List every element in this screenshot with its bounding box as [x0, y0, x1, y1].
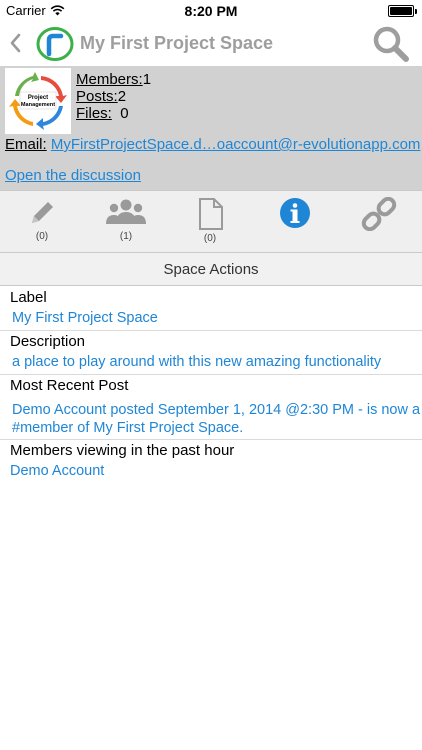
- space-stats: Members:1 Posts:2 Files: 0: [76, 71, 151, 122]
- posts-label: Posts:: [76, 88, 118, 105]
- page-title: My First Project Space: [80, 33, 274, 53]
- space-actions-header: Space Actions: [0, 252, 422, 286]
- links-tab[interactable]: [349, 197, 409, 249]
- members-viewing-title: Members viewing in the past hour: [10, 442, 235, 459]
- description-value[interactable]: a place to play around with this new ama…: [10, 353, 422, 371]
- description-title: Description: [10, 333, 86, 350]
- posts-value: 2: [117, 88, 127, 105]
- space-thumbnail: Project Management: [5, 68, 71, 134]
- app-logo-icon: [36, 27, 74, 61]
- navigation-bar: My First Project Space: [0, 22, 422, 66]
- members-viewing-detail-row: Members viewing in the past hour Demo Ac…: [0, 440, 422, 488]
- members-label: Members:: [76, 71, 143, 88]
- link-icon: [361, 197, 397, 231]
- chevron-left-icon: [10, 33, 21, 53]
- status-time: 8:20 PM: [184, 3, 238, 19]
- label-detail-row: Label My First Project Space: [0, 287, 422, 331]
- members-count: (1): [119, 231, 133, 242]
- open-discussion-link[interactable]: Open the discussion: [5, 167, 141, 184]
- label-title: Label: [10, 289, 47, 306]
- files-label: Files:: [76, 105, 112, 122]
- label-value[interactable]: My First Project Space: [10, 309, 422, 327]
- members-viewing-value[interactable]: Demo Account: [10, 462, 422, 480]
- email-link[interactable]: MyFirstProjectSpace.d…oaccount@r-evoluti…: [51, 136, 421, 153]
- files-count: (0): [203, 233, 217, 244]
- battery-icon: [388, 5, 417, 17]
- members-value: 1: [142, 71, 152, 88]
- files-value: 0: [120, 105, 129, 122]
- space-info-panel: Project Management Members:1 Posts:2 Fil…: [0, 66, 422, 190]
- recent-post-value[interactable]: Demo Account posted September 1, 2014 @2…: [10, 401, 422, 437]
- pencil-icon: [32, 202, 53, 223]
- members-icon: [106, 199, 146, 224]
- members-tab[interactable]: (1): [96, 197, 156, 249]
- svg-text:Project: Project: [28, 95, 48, 101]
- edit-count: (0): [35, 231, 49, 242]
- email-label: Email:: [5, 136, 47, 153]
- search-icon[interactable]: [372, 26, 410, 62]
- files-tab[interactable]: (0): [180, 197, 240, 249]
- members-stat: Members:1: [76, 71, 151, 88]
- edit-tab[interactable]: (0): [12, 197, 72, 249]
- files-stat: Files: 0: [76, 105, 151, 122]
- email-row: Email: MyFirstProjectSpace.d…oaccount@r-…: [5, 136, 420, 153]
- info-icon: [280, 198, 310, 228]
- svg-text:Management: Management: [21, 102, 55, 108]
- status-bar: Carrier 8:20 PM: [0, 0, 422, 22]
- recent-post-detail-row: Most Recent Post Demo Account posted Sep…: [0, 375, 422, 440]
- recent-post-title: Most Recent Post: [10, 377, 129, 394]
- space-toolbar: (0) (1) (0): [0, 190, 422, 252]
- info-tab[interactable]: [265, 197, 325, 249]
- posts-stat: Posts:2: [76, 88, 151, 105]
- back-button[interactable]: [8, 32, 30, 56]
- description-detail-row: Description a place to play around with …: [0, 331, 422, 375]
- project-cycle-image: Project Management: [5, 68, 71, 134]
- file-icon: [199, 198, 223, 230]
